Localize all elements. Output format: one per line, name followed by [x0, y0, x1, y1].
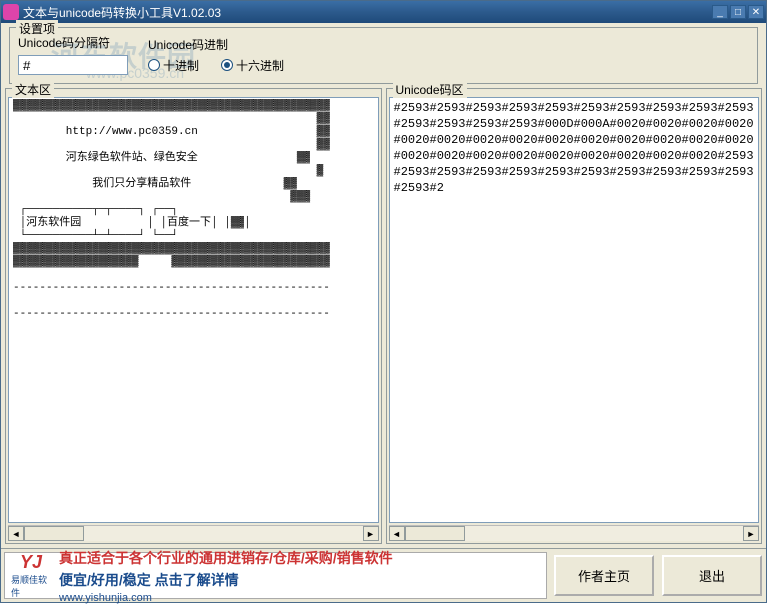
unicode-panel-legend: Unicode码区	[393, 81, 467, 98]
app-icon	[3, 4, 19, 20]
window-title: 文本与unicode码转换小工具V1.02.03	[23, 4, 712, 21]
advertisement-banner[interactable]: YJ 易顺佳软件 真正适合于各个行业的通用进销存/仓库/采购/销售软件 便宜/好…	[4, 552, 547, 599]
scroll-right-button[interactable]: ►	[743, 526, 759, 541]
scroll-left-button[interactable]: ◄	[389, 526, 405, 541]
ad-logo: YJ 易顺佳软件	[11, 556, 51, 596]
scroll-thumb[interactable]	[405, 526, 465, 541]
ad-logo-icon: YJ	[20, 552, 42, 573]
text-panel-legend: 文本区	[12, 81, 54, 98]
radio-dot-icon	[221, 59, 233, 71]
ad-url: www.yishunjia.com	[59, 592, 393, 604]
exit-button[interactable]: 退出	[662, 555, 762, 596]
settings-fieldset: 设置项 Unicode码分隔符 Unicode码进制 十进制	[9, 27, 758, 84]
ad-logo-text: 易顺佳软件	[11, 573, 51, 599]
scroll-track[interactable]	[405, 526, 744, 541]
scroll-right-button[interactable]: ►	[363, 526, 379, 541]
radio-hexadecimal[interactable]: 十六进制	[221, 57, 284, 74]
radix-label: Unicode码进制	[148, 36, 284, 53]
separator-input[interactable]	[18, 55, 128, 75]
ad-subline: 便宜/好用/稳定 点击了解详情	[59, 570, 393, 590]
close-button[interactable]: ✕	[748, 5, 764, 19]
settings-legend: 设置项	[16, 20, 58, 37]
scrollbar-horizontal[interactable]: ◄ ►	[8, 525, 379, 541]
scroll-left-button[interactable]: ◄	[8, 526, 24, 541]
radio-hex-label: 十六进制	[236, 57, 284, 74]
author-homepage-button[interactable]: 作者主页	[554, 555, 654, 596]
scrollbar-horizontal[interactable]: ◄ ►	[389, 525, 760, 541]
scroll-thumb[interactable]	[24, 526, 84, 541]
titlebar: 文本与unicode码转换小工具V1.02.03 _ □ ✕	[1, 1, 766, 23]
unicode-panel: Unicode码区 #2593#2593#2593#2593#2593#2593…	[386, 88, 763, 544]
radio-decimal-label: 十进制	[163, 57, 199, 74]
scroll-track[interactable]	[24, 526, 363, 541]
unicode-output-area[interactable]: #2593#2593#2593#2593#2593#2593#2593#2593…	[390, 98, 759, 522]
maximize-button[interactable]: □	[730, 5, 746, 19]
radio-dot-icon	[148, 59, 160, 71]
minimize-button[interactable]: _	[712, 5, 728, 19]
text-input-area[interactable]: ▓▓▓▓▓▓▓▓▓▓▓▓▓▓▓▓▓▓▓▓▓▓▓▓▓▓▓▓▓▓▓▓▓▓▓▓▓▓▓▓…	[9, 98, 378, 522]
text-panel: 文本区 ▓▓▓▓▓▓▓▓▓▓▓▓▓▓▓▓▓▓▓▓▓▓▓▓▓▓▓▓▓▓▓▓▓▓▓▓…	[5, 88, 382, 544]
ad-headline: 真正适合于各个行业的通用进销存/仓库/采购/销售软件	[59, 548, 393, 568]
radio-decimal[interactable]: 十进制	[148, 57, 199, 74]
